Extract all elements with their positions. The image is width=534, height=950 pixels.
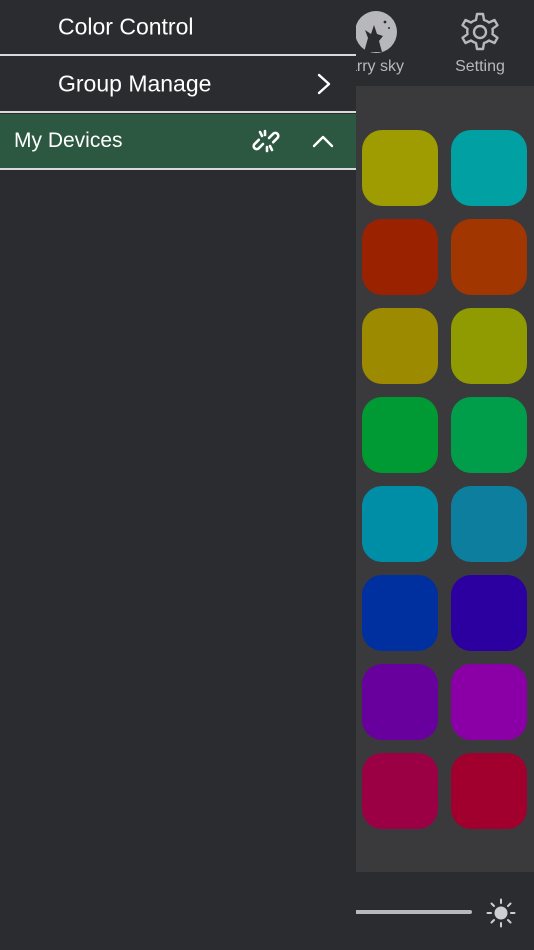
chevron-right-icon bbox=[317, 73, 331, 95]
color-swatch[interactable] bbox=[451, 753, 527, 829]
color-swatch[interactable] bbox=[362, 753, 438, 829]
sun-icon bbox=[486, 898, 516, 928]
color-swatch[interactable] bbox=[451, 308, 527, 384]
side-drawer: Color Control Group Manage My Devices bbox=[0, 0, 356, 950]
color-swatch[interactable] bbox=[451, 397, 527, 473]
color-swatch[interactable] bbox=[362, 575, 438, 651]
tab-setting[interactable]: Setting bbox=[432, 8, 528, 86]
menu-item-group-manage[interactable]: Group Manage bbox=[0, 57, 356, 113]
color-swatch[interactable] bbox=[362, 219, 438, 295]
broken-link-icon[interactable] bbox=[252, 127, 280, 155]
wolf-moon-icon bbox=[355, 11, 397, 53]
color-swatch[interactable] bbox=[362, 664, 438, 740]
menu-item-label: Color Control bbox=[58, 13, 194, 40]
color-swatch[interactable] bbox=[451, 130, 527, 206]
tab-setting-label: Setting bbox=[455, 58, 505, 75]
color-swatch[interactable] bbox=[451, 575, 527, 651]
menu-item-my-devices[interactable]: My Devices bbox=[0, 114, 356, 170]
gear-icon bbox=[461, 12, 499, 51]
screen: arry sky Setting Color Control Group Man… bbox=[0, 0, 534, 950]
color-swatch[interactable] bbox=[451, 664, 527, 740]
color-swatch[interactable] bbox=[451, 219, 527, 295]
color-swatch[interactable] bbox=[362, 486, 438, 562]
color-swatch[interactable] bbox=[451, 486, 527, 562]
chevron-up-icon[interactable] bbox=[311, 129, 335, 153]
menu-item-color-control[interactable]: Color Control bbox=[0, 0, 356, 56]
color-swatch[interactable] bbox=[362, 130, 438, 206]
color-swatch[interactable] bbox=[362, 308, 438, 384]
menu-item-label: My Devices bbox=[14, 129, 123, 152]
menu-item-label: Group Manage bbox=[58, 70, 212, 97]
color-swatch[interactable] bbox=[362, 397, 438, 473]
